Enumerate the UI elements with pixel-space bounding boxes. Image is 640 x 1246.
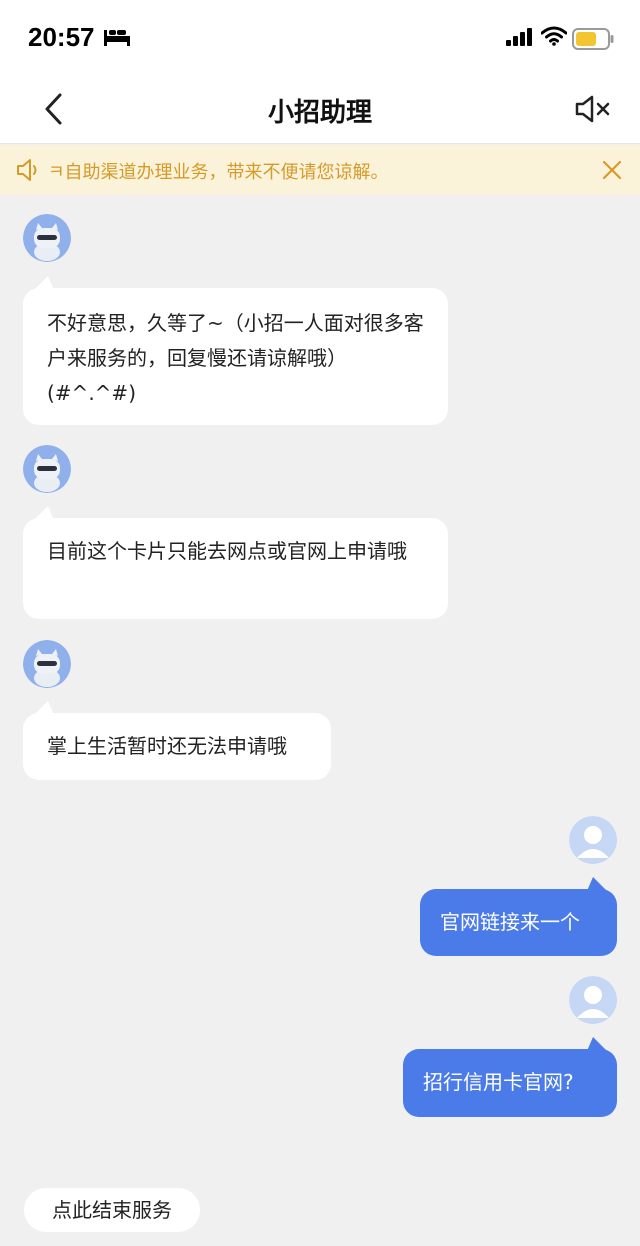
bed-icon — [104, 30, 130, 46]
assistant-message: 不好意思，久等了~（小招一人面对很多客户来服务的，回复慢还请谅解哦）(#^.^#… — [23, 288, 448, 425]
speaker-icon — [17, 159, 37, 181]
assistant-message: 目前这个卡片只能去网点或官网上申请哦 — [23, 518, 448, 619]
robot-avatar-icon — [23, 640, 71, 688]
signal-icon — [506, 28, 532, 46]
message-text: 官网链接来一个 — [440, 910, 580, 934]
assistant-avatar — [23, 640, 71, 688]
message-text: 目前这个卡片只能去网点或官网上申请哦 — [47, 539, 407, 563]
user-avatar — [569, 816, 617, 864]
user-message: 招行信用卡官网? — [403, 1049, 617, 1117]
page-title: 小招助理 — [267, 98, 372, 128]
user-avatar-icon — [569, 976, 617, 1024]
robot-avatar-icon — [23, 445, 71, 493]
notice-text: ㅋ自助渠道办理业务，带来不便请您谅解。 — [48, 162, 389, 183]
user-message: 官网链接来一个 — [420, 889, 617, 956]
user-avatar — [569, 976, 617, 1024]
end-service-button[interactable]: 点此结束服务 — [24, 1188, 200, 1232]
message-text: 招行信用卡官网? — [423, 1070, 574, 1094]
robot-avatar-icon — [23, 214, 71, 262]
speaker-mute-icon[interactable] — [574, 94, 614, 124]
battery-icon — [572, 28, 614, 50]
navigation-bar: 小招助理 — [0, 74, 640, 144]
wifi-icon — [541, 26, 567, 46]
assistant-avatar — [23, 445, 71, 493]
close-icon[interactable] — [600, 158, 624, 182]
assistant-avatar — [23, 214, 71, 262]
user-avatar-icon — [569, 816, 617, 864]
status-time: 20:57 — [28, 22, 95, 52]
assistant-message: 掌上生活暂时还无法申请哦 — [23, 713, 331, 780]
status-bar: 20:57 — [0, 0, 640, 74]
message-text: 掌上生活暂时还无法申请哦 — [47, 734, 287, 758]
notice-banner: ㅋ自助渠道办理业务，带来不便请您谅解。 — [0, 145, 640, 195]
message-text: 不好意思，久等了~（小招一人面对很多客户来服务的，回复慢还请谅解哦）(#^.^#… — [47, 311, 424, 405]
